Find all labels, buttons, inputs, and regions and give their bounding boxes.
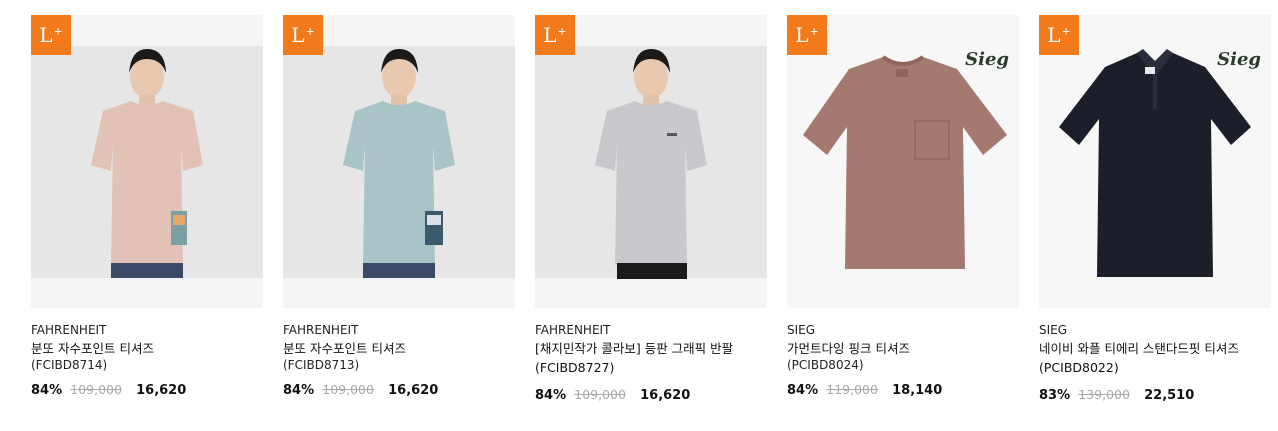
sale-price: 16,620: [136, 383, 187, 398]
product-info: SIEG 네이비 와플 티에리 스탠다드핏 티셔즈 (PCIBD8022) 83…: [1039, 308, 1271, 406]
discount-rate: 84%: [31, 383, 63, 398]
original-price: 109,000: [70, 382, 122, 397]
lplus-badge: L +: [283, 15, 323, 55]
brand-name[interactable]: FAHRENHEIT: [283, 321, 515, 339]
sale-price: 16,620: [388, 383, 439, 398]
product-image[interactable]: L + Sieg: [1039, 15, 1271, 308]
discount-rate: 84%: [535, 388, 567, 403]
product-image[interactable]: L +: [535, 15, 767, 308]
product-info: SIEG 가먼트다잉 핑크 티셔즈 (PCIBD8024) 84% 119,00…: [787, 308, 1019, 401]
original-price: 109,000: [574, 387, 626, 402]
price-row: 83% 139,000 22,510: [1039, 385, 1271, 406]
brand-name[interactable]: SIEG: [787, 321, 1019, 339]
product-card[interactable]: L + FAHRENHEIT 분또 자수포인트 티셔즈 (FCIBD8714) 8…: [31, 15, 263, 401]
original-price: 119,000: [826, 382, 878, 397]
price-row: 84% 109,000 16,620: [31, 380, 263, 401]
price-row: 84% 109,000 16,620: [283, 380, 515, 401]
product-name[interactable]: 네이비 와플 티에리 스탠다드핏 티셔즈 (PCIBD8022): [1039, 339, 1264, 377]
product-grid: L + FAHRENHEIT 분또 자수포인트 티셔즈 (FCIBD8714) 8…: [0, 0, 1278, 431]
sale-price: 18,140: [892, 383, 943, 398]
brand-name[interactable]: SIEG: [1039, 321, 1271, 339]
brand-logo: Sieg: [1217, 49, 1261, 70]
product-card[interactable]: L + Sieg SIEG 네이비 와플 티에리 스탠다드핏 티셔즈 (PCIBD…: [1039, 15, 1271, 406]
product-code: (PCIBD8024): [787, 358, 864, 372]
lplus-badge: L +: [787, 15, 827, 55]
product-name[interactable]: 분또 자수포인트 티셔즈: [31, 339, 256, 358]
product-card[interactable]: L + Sieg SIEG 가먼트다잉 핑크 티셔즈 (PCIBD8024) 84…: [787, 15, 1019, 401]
lplus-badge: L +: [31, 15, 71, 55]
product-image[interactable]: L + Sieg: [787, 15, 1019, 308]
product-name[interactable]: 가먼트다잉 핑크 티셔즈: [787, 339, 1012, 358]
discount-rate: 83%: [1039, 388, 1071, 403]
model-photo: [91, 49, 203, 278]
product-image[interactable]: L +: [31, 15, 263, 308]
original-price: 109,000: [322, 382, 374, 397]
sale-price: 16,620: [640, 388, 691, 403]
brand-name[interactable]: FAHRENHEIT: [31, 321, 263, 339]
model-photo: [595, 49, 707, 279]
product-card[interactable]: L + FAHRENHEIT [채지민작가 콜라보] 등판 그래픽 반팔 (FCI…: [535, 15, 767, 406]
original-price: 139,000: [1078, 387, 1130, 402]
product-name[interactable]: [채지민작가 콜라보] 등판 그래픽 반팔 (FCIBD8727): [535, 339, 760, 377]
lplus-badge: L +: [1039, 15, 1079, 55]
product-info: FAHRENHEIT [채지민작가 콜라보] 등판 그래픽 반팔 (FCIBD8…: [535, 308, 767, 406]
product-info: FAHRENHEIT 분또 자수포인트 티셔즈 (FCIBD8713) 84% …: [283, 308, 515, 401]
model-photo: [343, 49, 455, 278]
product-info: FAHRENHEIT 분또 자수포인트 티셔즈 (FCIBD8714) 84% …: [31, 308, 263, 401]
product-code: (FCIBD8713): [283, 358, 360, 372]
price-row: 84% 109,000 16,620: [535, 385, 767, 406]
brand-name[interactable]: FAHRENHEIT: [535, 321, 767, 339]
product-code-inline: (PCIBD8022): [1039, 360, 1119, 375]
lplus-badge: L +: [535, 15, 575, 55]
product-code: (FCIBD8714): [31, 358, 108, 372]
product-code-inline: (FCIBD8727): [535, 360, 615, 375]
price-row: 84% 119,000 18,140: [787, 380, 1019, 401]
brand-logo: Sieg: [965, 49, 1009, 70]
product-image[interactable]: L +: [283, 15, 515, 308]
discount-rate: 84%: [787, 383, 819, 398]
discount-rate: 84%: [283, 383, 315, 398]
sale-price: 22,510: [1144, 388, 1195, 403]
product-card[interactable]: L + FAHRENHEIT 분또 자수포인트 티셔즈 (FCIBD8713) 8…: [283, 15, 515, 401]
product-name[interactable]: 분또 자수포인트 티셔즈: [283, 339, 508, 358]
